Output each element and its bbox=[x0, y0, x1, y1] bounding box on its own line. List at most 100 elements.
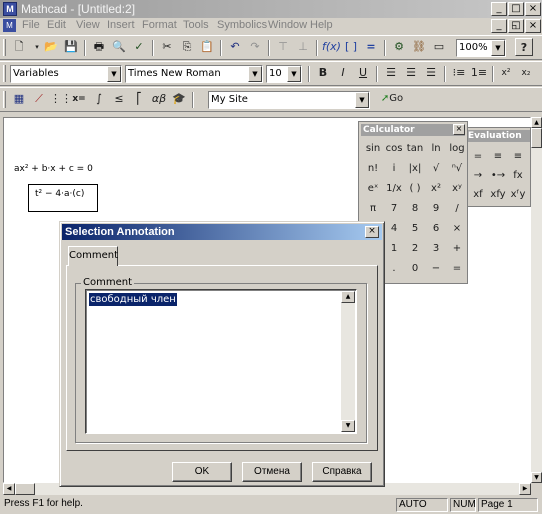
menu-symbolics[interactable]: Symbolics bbox=[217, 19, 267, 31]
calculator-key[interactable]: 3 bbox=[426, 240, 446, 258]
align-center-icon[interactable]: ☰ bbox=[402, 64, 420, 82]
italic-button[interactable]: I bbox=[334, 64, 352, 82]
calculator-key[interactable]: 9 bbox=[426, 200, 446, 218]
menu-view[interactable]: View bbox=[76, 19, 100, 31]
horizontal-scroll-thumb[interactable] bbox=[15, 483, 35, 495]
symbolic-toolbar-icon[interactable]: 🎓 bbox=[170, 90, 188, 108]
tab-comment[interactable]: Comment bbox=[68, 246, 118, 266]
numbering-icon[interactable]: 1≡ bbox=[470, 64, 488, 82]
comment-scroll-up-icon[interactable]: ▲ bbox=[341, 291, 355, 303]
scroll-down-icon[interactable]: ▼ bbox=[531, 472, 542, 483]
style-select[interactable]: Variables ▼ bbox=[10, 65, 122, 83]
calculator-key[interactable]: ⁿ√ bbox=[447, 160, 467, 178]
dialog-close-button[interactable]: × bbox=[365, 226, 379, 238]
evaluation-key[interactable]: ≡ bbox=[488, 148, 508, 166]
font-select[interactable]: Times New Roman ▼ bbox=[125, 65, 263, 83]
boolean-toolbar-icon[interactable]: ≤ bbox=[110, 90, 128, 108]
minimize-button[interactable]: _ bbox=[491, 2, 507, 16]
vertical-scroll-thumb[interactable] bbox=[531, 128, 542, 148]
ok-button[interactable]: OK bbox=[172, 462, 232, 482]
zoom-dropdown-icon[interactable]: ▼ bbox=[491, 40, 505, 56]
menu-tools[interactable]: Tools bbox=[183, 19, 209, 31]
align-bottom-icon[interactable]: ⊥ bbox=[294, 38, 312, 56]
bullets-icon[interactable]: ⁝≡ bbox=[450, 64, 468, 82]
evaluation-key[interactable]: xfy bbox=[488, 186, 508, 204]
calculator-key[interactable]: π bbox=[363, 200, 383, 218]
matrix-toolbar-icon[interactable]: ⋮⋮ bbox=[50, 90, 72, 108]
evaluation-palette-title[interactable]: Evaluation bbox=[466, 130, 530, 142]
insert-function-icon[interactable]: f(x) bbox=[322, 38, 341, 56]
menu-edit[interactable]: Edit bbox=[47, 19, 66, 31]
vertical-scrollbar[interactable]: ▲ ▼ bbox=[531, 117, 542, 483]
help-button[interactable]: Справка bbox=[312, 462, 372, 482]
go-button[interactable]: ➚Go bbox=[377, 90, 407, 108]
scroll-right-icon[interactable]: ▶ bbox=[519, 483, 531, 495]
component-wizard-icon[interactable]: ⚙ bbox=[390, 38, 408, 56]
calculator-key[interactable]: 5 bbox=[405, 220, 425, 238]
calculator-key[interactable]: + bbox=[447, 240, 467, 258]
graph-toolbar-icon[interactable]: ⟋ bbox=[30, 90, 48, 108]
document-icon[interactable]: M bbox=[3, 19, 16, 32]
align-right-icon[interactable]: ☰ bbox=[422, 64, 440, 82]
calculator-key[interactable]: = bbox=[447, 260, 467, 278]
resource-site-select[interactable]: My Site ▼ bbox=[208, 91, 370, 109]
superscript-button[interactable]: x² bbox=[497, 64, 515, 82]
menu-file[interactable]: File bbox=[22, 19, 40, 31]
new-document-icon[interactable]: 🗋 bbox=[10, 38, 28, 56]
comment-textarea[interactable]: свободный член ▲ ▼ bbox=[85, 289, 357, 434]
calculator-key[interactable]: sin bbox=[363, 140, 383, 158]
calculate-icon[interactable]: = bbox=[362, 38, 380, 56]
resource-dropdown-icon[interactable]: ▼ bbox=[355, 92, 369, 108]
redo-icon[interactable]: ↷ bbox=[246, 38, 264, 56]
calculator-key[interactable]: ( ) bbox=[405, 180, 425, 198]
calculator-toolbar-icon[interactable]: ▦ bbox=[10, 90, 28, 108]
subscript-button[interactable]: x₂ bbox=[517, 64, 535, 82]
calculator-key[interactable]: 6 bbox=[426, 220, 446, 238]
insert-hyperlink-icon[interactable]: ⛓ bbox=[410, 38, 428, 56]
zoom-select[interactable]: 100% ▼ bbox=[456, 39, 506, 57]
evaluation-key[interactable]: ≡ bbox=[508, 148, 528, 166]
calculator-key[interactable]: 1 bbox=[384, 240, 404, 258]
selected-expression-region[interactable]: t² − 4·a·(c) bbox=[28, 184, 98, 212]
maximize-button[interactable]: □ bbox=[508, 2, 524, 16]
font-size-dropdown-icon[interactable]: ▼ bbox=[287, 66, 301, 82]
comment-scrollbar[interactable]: ▲ ▼ bbox=[341, 291, 355, 432]
evaluation-key[interactable]: fx bbox=[508, 167, 528, 185]
calculator-key[interactable]: √ bbox=[426, 160, 446, 178]
menu-window[interactable]: Window bbox=[268, 19, 307, 31]
close-button[interactable]: × bbox=[525, 2, 541, 16]
toolbar-grip[interactable] bbox=[3, 65, 6, 82]
programming-toolbar-icon[interactable]: ⎡ bbox=[130, 90, 148, 108]
evaluation-key[interactable]: xᶠy bbox=[508, 186, 528, 204]
calculator-key[interactable]: log bbox=[447, 140, 467, 158]
bold-button[interactable]: B bbox=[314, 64, 332, 82]
evaluation-key[interactable]: •→ bbox=[488, 167, 508, 185]
evaluation-key[interactable]: xf bbox=[468, 186, 488, 204]
calculator-key[interactable]: / bbox=[447, 200, 467, 218]
align-left-icon[interactable]: ☰ bbox=[382, 64, 400, 82]
paste-icon[interactable]: 📋 bbox=[198, 38, 216, 56]
calculator-key[interactable]: x² bbox=[426, 180, 446, 198]
calculator-close-button[interactable]: × bbox=[453, 124, 465, 135]
cancel-button[interactable]: Отмена bbox=[242, 462, 302, 482]
calculator-key[interactable]: − bbox=[426, 260, 446, 278]
calculator-key[interactable]: × bbox=[447, 220, 467, 238]
toolbar-grip[interactable] bbox=[3, 39, 6, 56]
calculator-key[interactable]: xʸ bbox=[447, 180, 467, 198]
calculator-key[interactable]: 0 bbox=[405, 260, 425, 278]
scroll-up-icon[interactable]: ▲ bbox=[531, 117, 542, 128]
spell-check-icon[interactable]: ✓ bbox=[130, 38, 148, 56]
calculator-key[interactable]: ln bbox=[426, 140, 446, 158]
print-icon[interactable]: 🖶 bbox=[90, 38, 108, 56]
calculator-key[interactable]: 8 bbox=[405, 200, 425, 218]
font-size-select[interactable]: 10 ▼ bbox=[266, 65, 302, 83]
open-folder-icon[interactable]: 📂 bbox=[42, 38, 60, 56]
scroll-left-icon[interactable]: ◀ bbox=[3, 483, 15, 495]
menu-insert[interactable]: Insert bbox=[107, 19, 135, 31]
calculator-key[interactable]: tan bbox=[405, 140, 425, 158]
calculator-key[interactable]: 4 bbox=[384, 220, 404, 238]
calculus-toolbar-icon[interactable]: ∫ bbox=[90, 90, 108, 108]
doc-restore-button[interactable]: ◱ bbox=[508, 19, 524, 33]
style-dropdown-icon[interactable]: ▼ bbox=[107, 66, 121, 82]
toolbar-grip[interactable] bbox=[3, 91, 6, 108]
